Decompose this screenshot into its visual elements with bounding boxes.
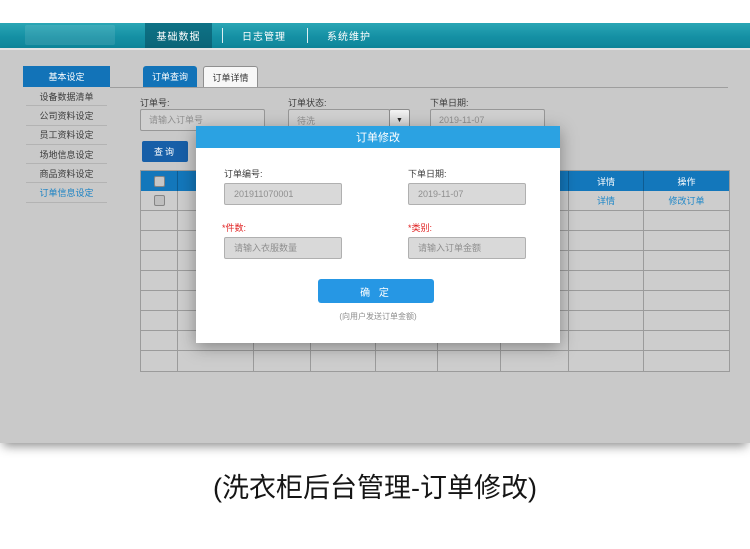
- modal-order-no-input[interactable]: [224, 183, 342, 205]
- modal-date-input[interactable]: [408, 183, 526, 205]
- order-date-label: 下单日期:: [430, 96, 469, 109]
- table-cell: [644, 351, 729, 371]
- table-cell: [141, 331, 178, 350]
- nav-tab-label: 基础数据: [157, 28, 201, 43]
- table-cell: [644, 331, 729, 350]
- sidebar-header-basic-settings[interactable]: 基本设定: [23, 66, 110, 87]
- table-cell: [178, 351, 254, 371]
- sidebar-menu: 设备数据清单 公司资料设定 员工资料设定 场地信息设定 商品资料设定 订单信息设…: [23, 87, 110, 203]
- page-caption: (洗衣柜后台管理-订单修改): [0, 466, 750, 505]
- modal-note: (向用户发送订单金额): [196, 311, 560, 322]
- nav-tab-system-maintenance[interactable]: 系统维护: [313, 23, 385, 48]
- table-cell: [569, 251, 644, 270]
- nav-tab-basic-data[interactable]: 基础数据: [145, 23, 212, 48]
- nav-tab-label: 系统维护: [327, 28, 371, 43]
- table-cell: [569, 231, 644, 250]
- table-cell: [141, 251, 178, 270]
- table-cell: [501, 351, 569, 371]
- table-cell: [141, 191, 178, 210]
- tab-order-detail[interactable]: 订单详情: [203, 66, 258, 87]
- modal-category-input[interactable]: [408, 237, 526, 259]
- table-cell: [644, 231, 729, 250]
- table-cell: [644, 251, 729, 270]
- logo-placeholder: [25, 25, 115, 45]
- row-checkbox[interactable]: [154, 195, 165, 206]
- chevron-down-icon: ▼: [396, 117, 403, 124]
- table-header-detail: 详情: [569, 171, 644, 191]
- modal-title: 订单修改: [356, 129, 400, 145]
- table-cell: [569, 291, 644, 310]
- sidebar-item-employee-info[interactable]: 员工资料设定: [26, 126, 107, 145]
- table-cell: [569, 271, 644, 290]
- table-cell: [438, 351, 501, 371]
- table-cell: [644, 211, 729, 230]
- nav-separator: [307, 28, 308, 43]
- sidebar-item-company-info[interactable]: 公司资料设定: [26, 106, 107, 125]
- table-cell: [569, 211, 644, 230]
- table-cell: 修改订单: [644, 191, 729, 210]
- table-cell: [254, 351, 311, 371]
- table-cell: [141, 311, 178, 330]
- table-cell: [569, 331, 644, 350]
- table-cell: [141, 211, 178, 230]
- sidebar-item-device-list[interactable]: 设备数据清单: [26, 87, 107, 106]
- table-cell: [141, 231, 178, 250]
- modal-order-no-label: 订单编号:: [224, 167, 263, 180]
- order-modify-modal: 订单修改 订单编号: 下单日期: *件数: *类别: 确 定 (向用户发送订单金…: [196, 126, 560, 343]
- sidebar-item-order-info[interactable]: 订单信息设定: [26, 183, 107, 202]
- table-cell: [141, 291, 178, 310]
- modal-header: 订单修改: [196, 126, 560, 148]
- modal-date-label: 下单日期:: [408, 167, 447, 180]
- table-cell: [569, 311, 644, 330]
- select-all-checkbox[interactable]: [154, 176, 165, 187]
- row-modify-order-link[interactable]: 修改订单: [668, 194, 704, 207]
- sidebar-item-site-info[interactable]: 场地信息设定: [26, 145, 107, 164]
- table-row-empty: [141, 351, 729, 371]
- table-cell: [569, 351, 644, 371]
- modal-count-label: *件数:: [222, 221, 246, 234]
- row-detail-link[interactable]: 详情: [597, 194, 615, 207]
- table-cell: [311, 351, 376, 371]
- search-button[interactable]: 查询: [142, 141, 188, 162]
- modal-count-input[interactable]: [224, 237, 342, 259]
- confirm-button[interactable]: 确 定: [318, 279, 434, 303]
- modal-category-label: *类别:: [408, 221, 432, 234]
- nav-tab-label: 日志管理: [242, 28, 286, 43]
- table-cell: 详情: [569, 191, 644, 210]
- table-cell: [376, 351, 438, 371]
- table-cell: [141, 351, 178, 371]
- table-cell: [141, 271, 178, 290]
- nav-separator: [222, 28, 223, 43]
- table-header-checkbox-cell: [141, 171, 178, 191]
- table-cell: [644, 291, 729, 310]
- nav-tab-log-management[interactable]: 日志管理: [228, 23, 300, 48]
- tab-order-query[interactable]: 订单查询: [143, 66, 197, 87]
- table-cell: [644, 311, 729, 330]
- table-header-action: 操作: [644, 171, 729, 191]
- sidebar-item-product-info[interactable]: 商品资料设定: [26, 164, 107, 183]
- order-status-label: 订单状态:: [288, 96, 327, 109]
- table-cell: [644, 271, 729, 290]
- order-no-label: 订单号:: [140, 96, 170, 109]
- tabs-underline: [110, 87, 728, 88]
